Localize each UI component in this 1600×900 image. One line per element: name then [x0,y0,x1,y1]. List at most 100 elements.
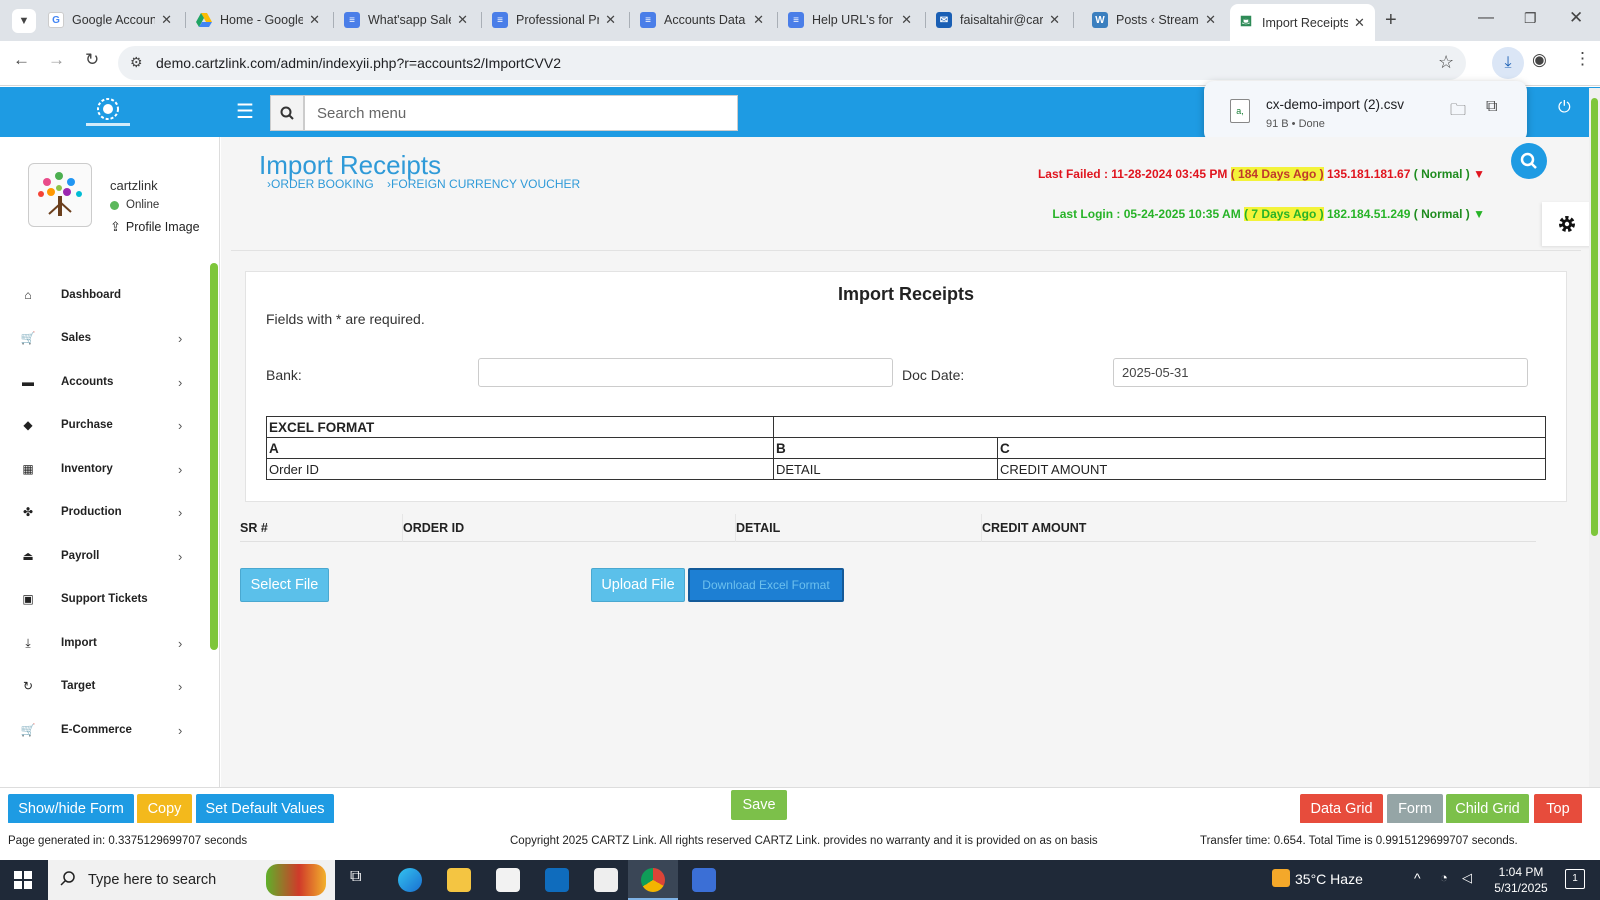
sidebar-item-inventory[interactable]: ▦ Inventory › [0,454,200,484]
download-icon[interactable]: ⤓ [1492,47,1524,79]
child-grid-button[interactable]: Child Grid [1446,794,1529,824]
weather-status[interactable]: 35°C Haze [1295,871,1363,887]
save-button[interactable]: Save [731,790,787,820]
open-external-icon[interactable]: ⧉ [1486,98,1497,116]
site-info-icon[interactable]: ⚙ [130,54,143,71]
more-menu-icon[interactable]: ⋮ [1574,49,1591,69]
sidebar-item-purchase[interactable]: ◆ Purchase › [0,410,200,440]
hamburger-menu-icon[interactable]: ☰ [236,99,254,124]
reload-icon[interactable]: ↻ [85,50,99,70]
tab-mail[interactable]: ✉ faisaltahir@cartzlink ✕ [928,6,1068,34]
edge-browser-icon[interactable] [398,868,422,892]
caret-down-icon[interactable]: ▼ [1473,207,1485,221]
bank-field[interactable] [478,358,893,387]
close-icon[interactable]: ✕ [753,12,764,28]
sidebar-item-ecommerce[interactable]: 🛒 E-Commerce › [0,715,200,745]
back-arrow-icon[interactable]: ← [13,50,30,70]
sidebar-item-import[interactable]: ⤓ Import › [0,628,200,658]
vnc-viewer-icon[interactable] [594,868,618,892]
close-icon[interactable]: ✕ [457,12,468,28]
file-explorer-icon[interactable] [447,868,471,892]
tab-import-receipts[interactable]: ⛾ Import Receipts ✕ [1230,4,1375,41]
breadcrumb-foreign-currency-voucher[interactable]: ›FOREIGN CURRENCY VOUCHER [387,177,580,191]
close-icon[interactable]: ✕ [1205,12,1216,28]
briefcase-icon: ▬ [22,375,34,389]
page-scrollbar[interactable] [1589,88,1600,788]
minimize-icon[interactable]: — [1478,9,1494,27]
volume-icon[interactable]: ◁ [1462,870,1472,886]
sidebar-item-target[interactable]: ↻ Target › [0,671,200,701]
taskbar-search-field[interactable]: Type here to search [48,860,335,900]
close-icon[interactable]: ✕ [1354,15,1365,31]
show-hide-form-button[interactable]: Show/hide Form [8,794,134,824]
column-header-credit-amount[interactable]: CREDIT AMOUNT [982,521,1086,535]
tab-professional-profile[interactable]: ≡ Professional Profile ✕ [484,6,624,34]
profile-icon[interactable]: ◉ [1532,50,1547,70]
download-filename[interactable]: cx-demo-import (2).csv [1266,97,1404,112]
top-button[interactable]: Top [1534,794,1582,824]
profile-image-upload[interactable]: ⇪ Profile Image [110,219,200,235]
bookmark-star-icon[interactable]: ☆ [1438,52,1454,73]
search-menu-input[interactable] [304,95,738,131]
close-icon[interactable]: ✕ [1049,12,1060,28]
tab-posts-streamline[interactable]: W Posts ‹ Streamline ✕ [1084,6,1224,34]
column-header-detail[interactable]: DETAIL [736,521,780,535]
sidebar-scrollbar[interactable] [210,263,218,650]
sidebar-item-support-tickets[interactable]: ▣ Support Tickets [0,584,200,614]
wifi-icon[interactable]: ◔ [1440,870,1448,885]
data-grid-button[interactable]: Data Grid [1300,794,1383,824]
copy-button[interactable]: Copy [137,794,192,824]
avatar[interactable] [28,163,92,227]
last-login-mode: ( Normal ) [1413,207,1470,221]
close-icon[interactable]: ✕ [309,12,320,28]
remote-desktop-icon[interactable] [692,868,716,892]
sidebar-item-payroll[interactable]: ⏏ Payroll › [0,541,200,571]
power-icon[interactable]: ⏻ [1558,99,1571,117]
tab-help-urls[interactable]: ≡ Help URL's for ✕ [780,6,920,34]
page-scrollbar-thumb[interactable] [1591,98,1598,536]
set-default-values-button[interactable]: Set Default Values [196,794,334,824]
tab-google-drive[interactable]: Home - Google Drive ✕ [188,6,328,34]
caret-down-icon[interactable]: ▼ [1473,167,1485,181]
system-clock[interactable]: 1:04 PM 5/31/2025 [1485,864,1557,896]
restore-icon[interactable]: ❐ [1524,10,1537,27]
tab-accounts-data[interactable]: ≡ Accounts Data ✕ [632,6,772,34]
task-view-icon[interactable]: ⧉ [350,868,374,892]
tab-search-chevron-icon[interactable]: ▼ [12,9,36,33]
doc-date-field[interactable] [1113,358,1528,387]
url-field[interactable]: ⚙ demo.cartzlink.com/admin/indexyii.php?… [118,46,1466,80]
upload-file-button[interactable]: Upload File [591,568,685,602]
sidebar-item-accounts[interactable]: ▬ Accounts › [0,367,200,397]
chrome-icon[interactable] [641,868,665,892]
outlook-icon[interactable] [545,868,569,892]
sidebar-item-dashboard[interactable]: ⌂ Dashboard [0,280,200,310]
microsoft-store-icon[interactable] [496,868,520,892]
company-logo[interactable] [80,95,136,129]
gear-icon[interactable] [1542,202,1592,246]
sidebar-item-sales[interactable]: 🛒 Sales › [0,323,200,353]
search-icon[interactable] [270,95,304,131]
folder-icon[interactable]: 🗀 [1450,99,1466,126]
breadcrumb-order-booking[interactable]: ›ORDER BOOKING [267,177,374,191]
notification-icon[interactable]: 1 [1565,869,1585,889]
search-icon[interactable] [1511,143,1547,179]
close-icon[interactable]: ✕ [901,12,912,28]
new-tab-plus-icon[interactable]: + [1385,9,1397,32]
sidebar-item-production[interactable]: ✤ Production › [0,497,200,527]
windows-start-icon[interactable] [14,871,32,892]
forward-arrow-icon[interactable]: → [48,50,65,70]
tab-whatsapp-sales[interactable]: ≡ What'sapp Sales ✕ [336,6,476,34]
tab-google-account[interactable]: G Google Account ✕ [40,6,180,34]
taskbar-search-placeholder: Type here to search [88,872,217,888]
sidebar-item-label: Support Tickets [61,593,148,605]
download-excel-format-button[interactable]: Download Excel Format [688,568,844,602]
form-button[interactable]: Form [1387,794,1443,824]
column-header-sr[interactable]: SR # [240,521,268,535]
column-header-order-id[interactable]: ORDER ID [403,521,464,535]
close-icon[interactable]: ✕ [161,12,172,28]
chevron-up-icon[interactable]: ^ [1414,870,1421,886]
ticket-icon: ▣ [22,592,34,606]
close-window-icon[interactable]: ✕ [1569,8,1583,28]
select-file-button[interactable]: Select File [240,568,329,602]
close-icon[interactable]: ✕ [605,12,616,28]
